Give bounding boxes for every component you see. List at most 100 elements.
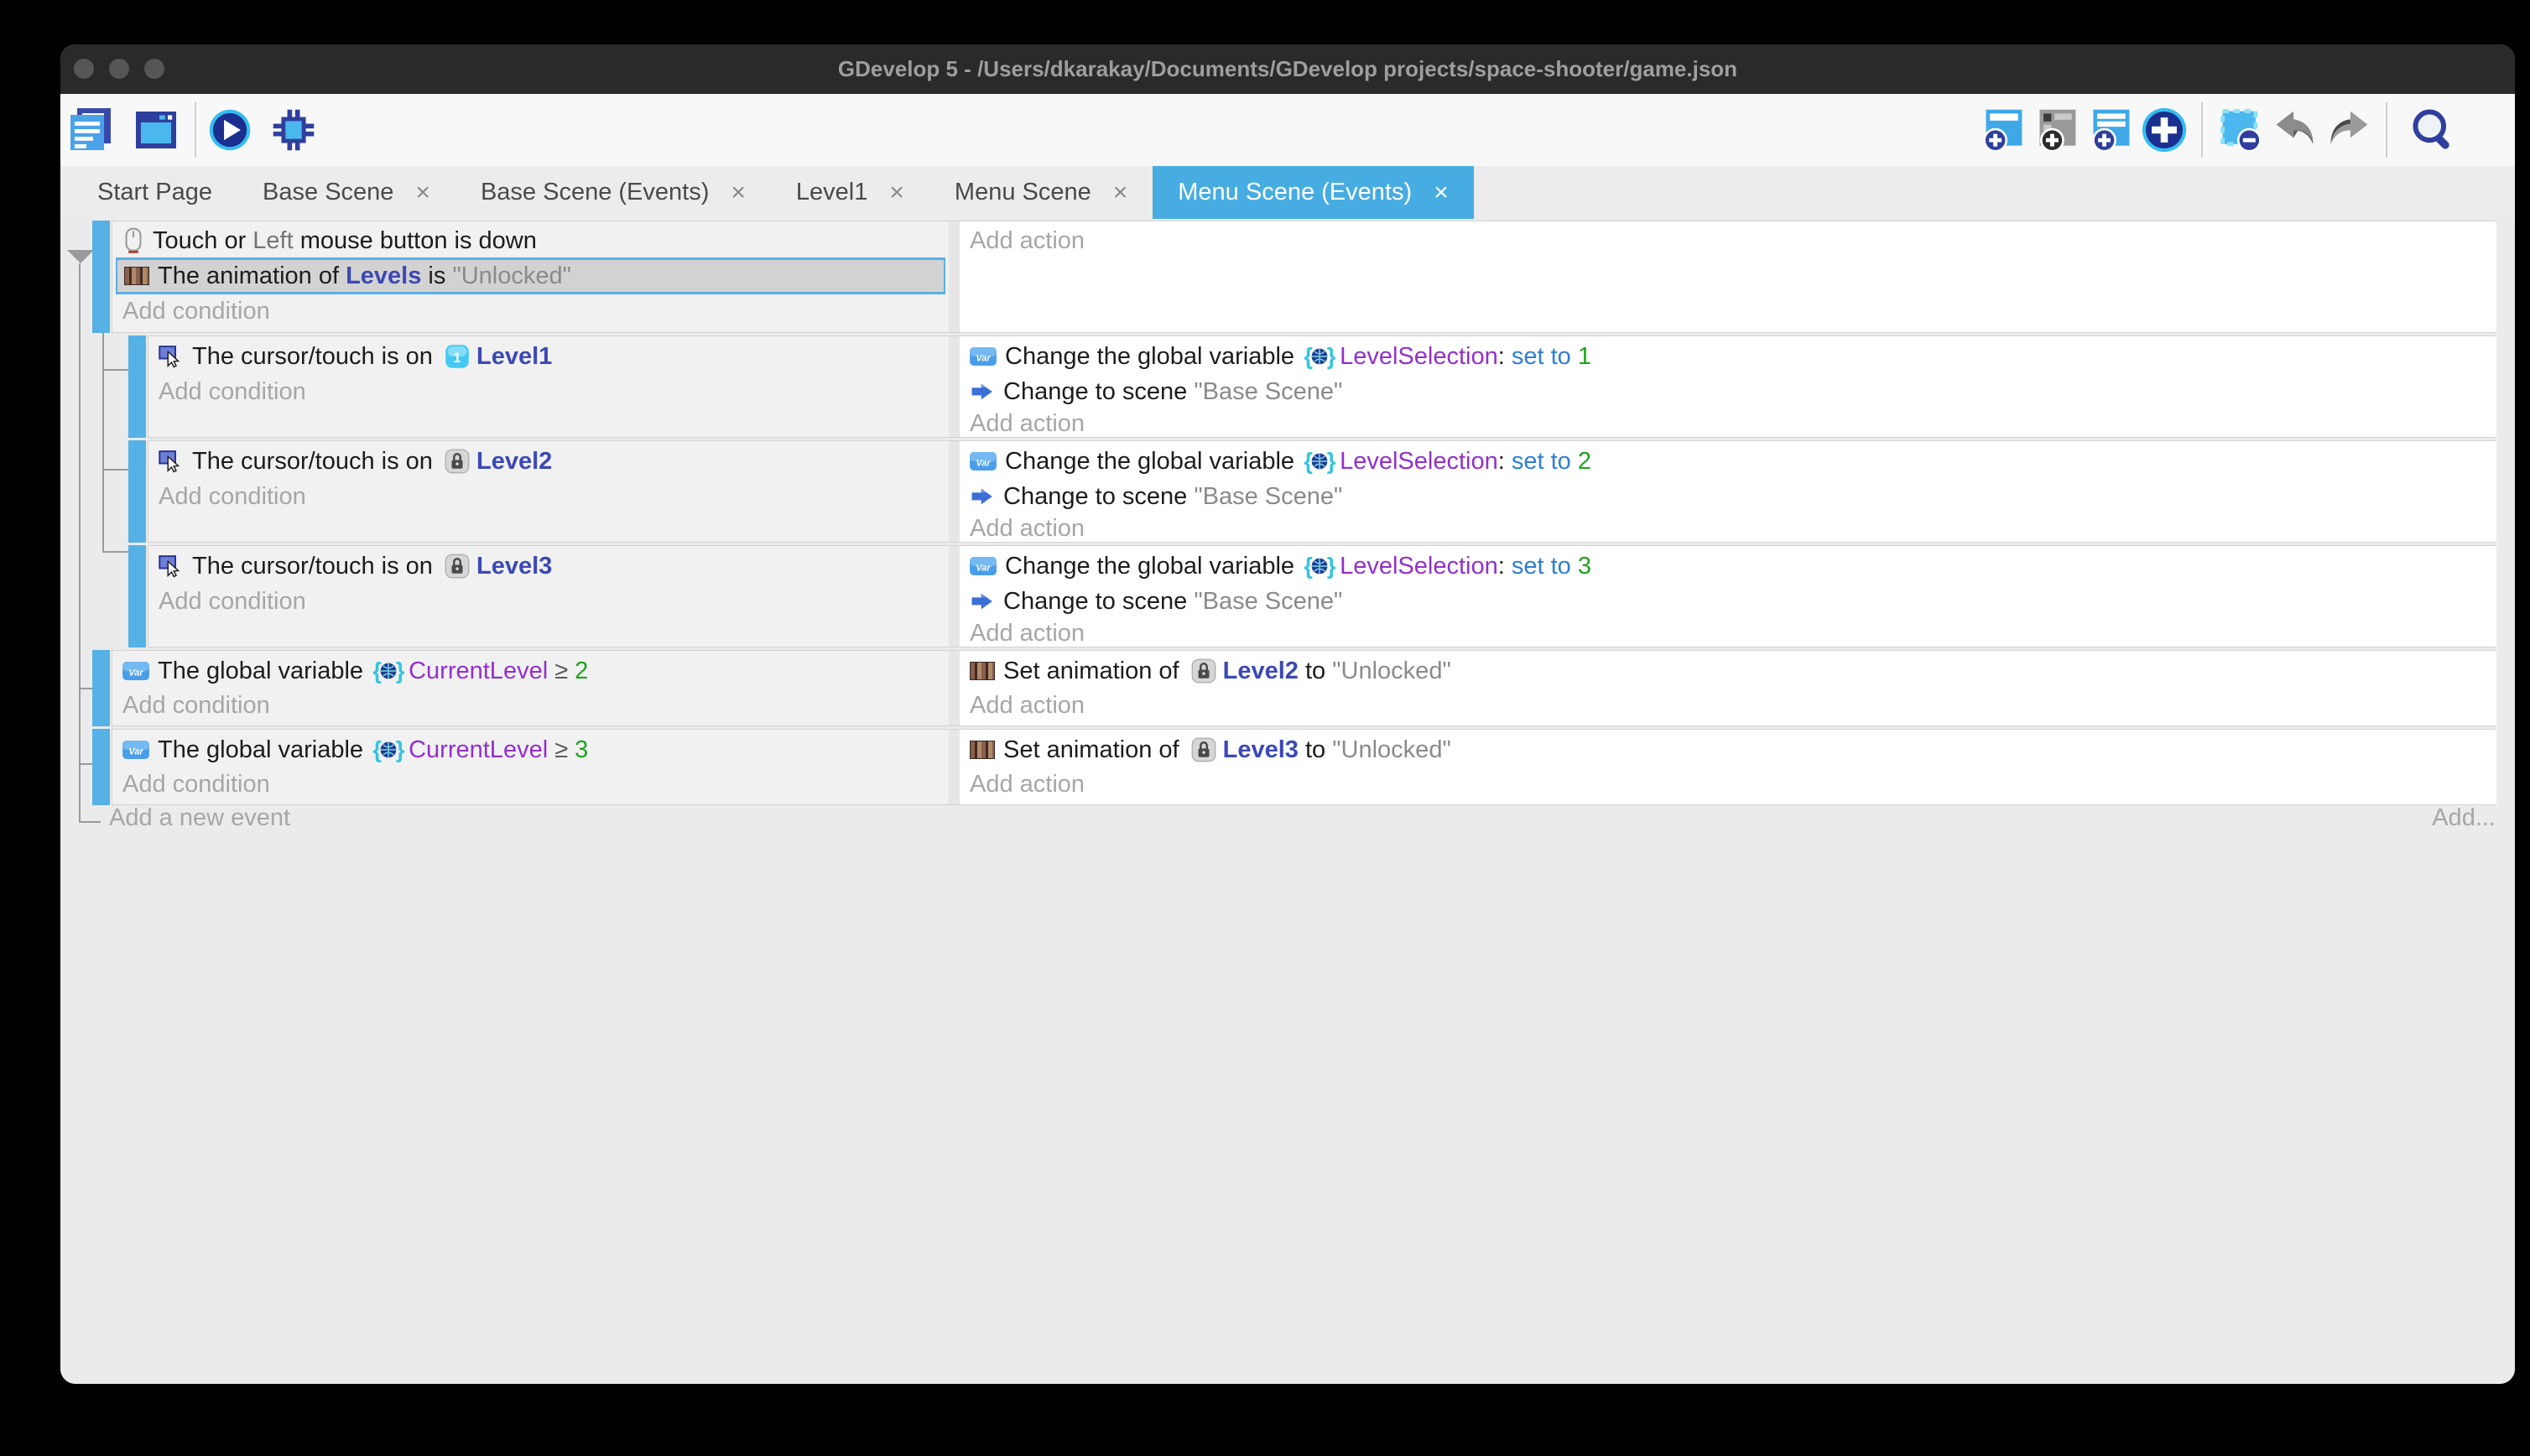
conditions-cell[interactable]: Var The global variable {} CurrentLevel … [112,651,949,725]
condition-row-selected[interactable]: The animation of Levels is "Unlocked" [116,257,945,294]
close-icon[interactable]: × [1434,179,1449,207]
add-condition-link[interactable]: Add condition [148,584,949,619]
tab-base-scene-events[interactable]: Base Scene (Events)× [456,166,771,219]
conditions-cell[interactable]: Var The global variable {} CurrentLevel … [112,730,949,804]
project-manager-icon[interactable] [67,106,114,154]
add-action-link[interactable]: Add action [960,224,2496,257]
conditions-cell[interactable]: The cursor/touch is on Level3 Add condit… [148,546,949,647]
global-variable-icon: {} [1303,554,1336,579]
conditions-cell[interactable]: Touch or Left mouse button is down The a… [112,221,949,332]
close-icon[interactable]: × [1113,179,1128,207]
action-text: Change the global variable [1005,553,1301,580]
scene-change-icon [970,486,995,507]
close-icon[interactable]: × [889,179,904,207]
action-row[interactable]: Var Change the global variable {} LevelS… [960,444,2496,479]
action-text: : [1498,448,1512,476]
add-event-icon[interactable] [1980,106,2027,154]
tab-label: Menu Scene (Events) [1178,179,1412,206]
add-new-event-link[interactable]: Add a new event [109,804,290,832]
event-selection-bar[interactable] [128,545,146,647]
subtree-elbow [102,469,128,471]
event-selection-bar[interactable] [92,221,110,333]
tab-menu-scene[interactable]: Menu Scene× [929,166,1153,219]
event-selection-bar[interactable] [128,335,146,438]
lock-object-icon [1191,737,1216,762]
collapse-triangle-icon[interactable] [67,250,94,263]
animation-icon [970,662,995,680]
condition-text: is [421,263,452,290]
add-action-link[interactable]: Add action [960,514,2496,543]
debug-icon[interactable] [270,106,317,154]
action-row[interactable]: Var Change the global variable {} LevelS… [960,339,2496,374]
condition-row[interactable]: Var The global variable {} CurrentLevel … [112,732,949,767]
condition-row[interactable]: Var The global variable {} CurrentLevel … [112,653,949,689]
close-icon[interactable]: × [415,179,430,207]
value-text: "Unlocked" [1332,736,1451,764]
add-action-link[interactable]: Add action [960,409,2496,438]
action-row[interactable]: Set animation of Level3 to "Unlocked" [960,732,2496,767]
actions-cell[interactable]: Var Change the global variable {} LevelS… [960,441,2496,542]
add-comment-icon[interactable] [2087,106,2134,154]
add-condition-link[interactable]: Add condition [148,479,949,514]
action-row[interactable]: Change to scene "Base Scene" [960,479,2496,514]
action-row[interactable]: Change to scene "Base Scene" [960,374,2496,409]
condition-row[interactable]: The cursor/touch is on Level2 [148,444,949,479]
action-row[interactable]: Set animation of Level2 to "Unlocked" [960,653,2496,689]
search-icon[interactable] [2409,106,2456,154]
action-text: : [1498,553,1512,580]
value-text: 2 [575,658,588,685]
event-selection-bar[interactable] [92,650,110,726]
actions-cell[interactable]: Var Change the global variable {} LevelS… [960,546,2496,647]
actions-cell[interactable]: Add action [960,221,2496,332]
action-row[interactable]: Change to scene "Base Scene" [960,584,2496,619]
event-selection-bar[interactable] [128,440,146,543]
actions-cell[interactable]: Set animation of Level2 to "Unlocked" Ad… [960,651,2496,725]
actions-cell[interactable]: Var Change the global variable {} LevelS… [960,336,2496,437]
action-text: Set animation of [1003,658,1186,685]
action-text: Change the global variable [1005,448,1301,476]
subtree-elbow [102,369,128,371]
action-text: Change to scene [1003,483,1194,511]
tree-elbow [79,821,101,823]
tab-start-page[interactable]: Start Page [72,166,237,219]
conditions-cell[interactable]: The cursor/touch is on Level2 Add condit… [148,441,949,542]
animation-icon [124,267,149,285]
value-text: 1 [1578,343,1591,371]
condition-row[interactable]: Touch or Left mouse button is down [112,224,949,257]
toolbar-left-group [67,94,317,166]
add-condition-link[interactable]: Add condition [148,374,949,409]
action-row[interactable]: Var Change the global variable {} LevelS… [960,549,2496,584]
remove-selection-icon[interactable] [2218,106,2265,154]
event-selection-bar[interactable] [92,729,110,805]
add-circle-icon[interactable] [2141,106,2188,154]
tab-level1[interactable]: Level1× [771,166,929,219]
condition-text: Touch or [153,227,252,255]
add-action-link[interactable]: Add action [960,767,2496,801]
play-icon[interactable] [208,106,252,154]
add-condition-link[interactable]: Add condition [112,294,949,328]
scene-editor-icon[interactable] [133,106,180,154]
add-condition-link[interactable]: Add condition [112,689,949,722]
toolbar [60,94,2515,166]
undo-icon[interactable] [2272,106,2319,154]
add-more-link[interactable]: Add... [2432,804,2496,832]
add-action-link[interactable]: Add action [960,619,2496,647]
add-condition-link[interactable]: Add condition [112,767,949,801]
add-subevent-icon[interactable] [2033,106,2080,154]
titlebar: GDevelop 5 - /Users/dkarakay/Documents/G… [60,44,2515,94]
svg-text:Var: Var [976,459,991,469]
add-action-link[interactable]: Add action [960,689,2496,722]
action-text: to [1299,658,1332,685]
tree-line [79,263,81,823]
action-text: Change to scene [1003,378,1194,406]
svg-text:}: } [1327,449,1336,474]
actions-cell[interactable]: Set animation of Level3 to "Unlocked" Ad… [960,730,2496,804]
redo-icon[interactable] [2325,106,2372,154]
condition-row[interactable]: The cursor/touch is on Level3 [148,549,949,584]
operator-text: set to [1512,448,1578,476]
close-icon[interactable]: × [731,179,746,207]
conditions-cell[interactable]: The cursor/touch is on 1 Level1 Add cond… [148,336,949,437]
tab-menu-scene-events[interactable]: Menu Scene (Events) × [1153,166,1473,219]
tab-base-scene[interactable]: Base Scene× [237,166,456,219]
condition-row[interactable]: The cursor/touch is on 1 Level1 [148,339,949,374]
